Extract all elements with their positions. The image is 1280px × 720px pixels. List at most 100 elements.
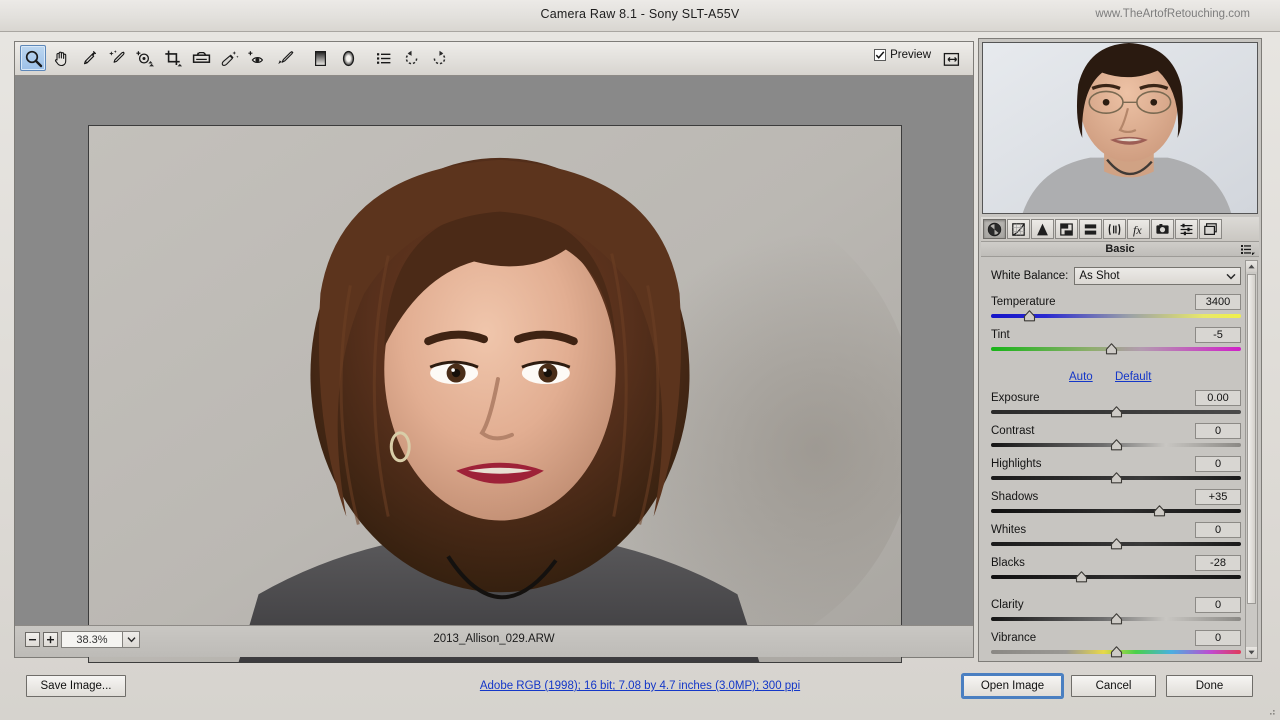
default-link[interactable]: Default xyxy=(1115,371,1151,383)
slider-value[interactable]: 0 xyxy=(1195,456,1241,472)
preferences-tool-icon[interactable] xyxy=(370,45,396,71)
slider-label: Shadows xyxy=(991,491,1039,503)
tab-detail[interactable] xyxy=(1031,219,1054,239)
targeted-adjustment-tool-icon[interactable] xyxy=(132,45,158,71)
white-balance-tool-icon[interactable] xyxy=(76,45,102,71)
slider-value[interactable]: -5 xyxy=(1195,327,1241,343)
slider-exposure[interactable]: Exposure 0.00 xyxy=(991,390,1241,418)
open-image-button[interactable]: Open Image xyxy=(963,675,1062,697)
zoom-tool-icon[interactable] xyxy=(20,45,46,71)
tool-group xyxy=(20,45,452,71)
slider-thumb[interactable] xyxy=(1105,343,1118,355)
slider-value[interactable]: 3400 xyxy=(1195,294,1241,310)
slider-thumb[interactable] xyxy=(1075,571,1088,583)
slider-thumb[interactable] xyxy=(1110,646,1123,658)
file-name-label: 2013_Allison_029.ARW xyxy=(433,633,555,645)
slider-thumb[interactable] xyxy=(1153,505,1166,517)
preview-toggle[interactable]: Preview xyxy=(874,49,931,61)
spot-removal-tool-icon[interactable] xyxy=(216,45,242,71)
red-eye-removal-tool-icon[interactable] xyxy=(244,45,270,71)
slider-thumb[interactable] xyxy=(1023,310,1036,322)
slider-blacks[interactable]: Blacks -28 xyxy=(991,555,1241,583)
panel-body: White Balance: As Shot Temperature 3400 … xyxy=(981,258,1259,661)
panel-scrollbar[interactable] xyxy=(1245,260,1258,659)
slider-thumb[interactable] xyxy=(1110,472,1123,484)
slider-tint[interactable]: Tint -5 xyxy=(991,327,1241,355)
panel-menu-icon[interactable] xyxy=(1241,244,1255,258)
scroll-down-arrow-icon[interactable] xyxy=(1246,647,1257,658)
slider-clarity[interactable]: Clarity 0 xyxy=(991,597,1241,625)
rotate-right-tool-icon[interactable] xyxy=(426,45,452,71)
tool-bar: Preview xyxy=(15,42,973,76)
tab-lens-corrections[interactable] xyxy=(1103,219,1126,239)
slider-value[interactable]: +35 xyxy=(1195,489,1241,505)
preview-checkbox[interactable] xyxy=(874,49,887,61)
basic-sliders: White Balance: As Shot Temperature 3400 … xyxy=(991,266,1241,661)
slider-highlights[interactable]: Highlights 0 xyxy=(991,456,1241,484)
slider-label: Clarity xyxy=(991,599,1024,611)
scroll-up-arrow-icon[interactable] xyxy=(1246,261,1257,272)
tab-presets[interactable] xyxy=(1175,219,1198,239)
adjustments-pane: fx Basic White Balance: As Shot Temperat… xyxy=(978,38,1262,662)
hand-tool-icon[interactable] xyxy=(48,45,74,71)
slider-shadows[interactable]: Shadows +35 xyxy=(991,489,1241,517)
image-canvas[interactable] xyxy=(15,76,973,663)
radial-filter-tool-icon[interactable] xyxy=(335,45,361,71)
auto-default-row: Auto Default xyxy=(991,371,1241,387)
done-button[interactable]: Done xyxy=(1166,675,1253,697)
slider-value[interactable]: -28 xyxy=(1195,555,1241,571)
slider-rail[interactable] xyxy=(991,509,1241,513)
rotate-left-tool-icon[interactable] xyxy=(398,45,424,71)
slider-temperature[interactable]: Temperature 3400 xyxy=(991,294,1241,322)
color-sampler-tool-icon[interactable] xyxy=(104,45,130,71)
zoom-in-button[interactable] xyxy=(43,632,58,647)
slider-label: Exposure xyxy=(991,392,1040,404)
slider-value[interactable]: 0 xyxy=(1195,522,1241,538)
tab-effects[interactable]: fx xyxy=(1127,219,1150,239)
title-bar: Camera Raw 8.1 - Sony SLT-A55V www.TheAr… xyxy=(0,0,1280,32)
slider-contrast[interactable]: Contrast 0 xyxy=(991,423,1241,451)
panel-header: Basic xyxy=(981,241,1259,257)
camera-raw-window: Camera Raw 8.1 - Sony SLT-A55V www.TheAr… xyxy=(0,0,1280,720)
bottom-bar: Save Image... Adobe RGB (1998); 16 bit; … xyxy=(0,666,1280,720)
slider-thumb[interactable] xyxy=(1110,538,1123,550)
slider-rail[interactable] xyxy=(991,575,1241,579)
slider-value[interactable]: 0 xyxy=(1195,597,1241,613)
resize-grip-icon[interactable] xyxy=(1266,707,1276,717)
tab-tone-curve[interactable] xyxy=(1007,219,1030,239)
straighten-tool-icon[interactable] xyxy=(188,45,214,71)
slider-whites[interactable]: Whites 0 xyxy=(991,522,1241,550)
panel-tab-strip: fx xyxy=(981,217,1259,241)
graduated-filter-tool-icon[interactable] xyxy=(307,45,333,71)
tab-snapshots[interactable] xyxy=(1199,219,1222,239)
tab-split-toning[interactable] xyxy=(1079,219,1102,239)
tab-camera-calibration[interactable] xyxy=(1151,219,1174,239)
tab-hsl-grayscale[interactable] xyxy=(1055,219,1078,239)
slider-value[interactable]: 0 xyxy=(1195,423,1241,439)
histogram-preview-region xyxy=(982,42,1258,214)
slider-thumb[interactable] xyxy=(1110,439,1123,451)
slider-thumb[interactable] xyxy=(1110,613,1123,625)
zoom-out-button[interactable] xyxy=(25,632,40,647)
crop-tool-icon[interactable] xyxy=(160,45,186,71)
zoom-level-field[interactable]: 38.3% xyxy=(61,631,123,648)
tab-basic[interactable] xyxy=(983,219,1006,239)
white-balance-label: White Balance: xyxy=(991,270,1069,282)
fullscreen-toggle-icon[interactable] xyxy=(939,48,965,70)
slider-label: Contrast xyxy=(991,425,1035,437)
slider-vibrance[interactable]: Vibrance 0 xyxy=(991,630,1241,658)
slider-thumb[interactable] xyxy=(1110,406,1123,418)
slider-value[interactable]: 0.00 xyxy=(1195,390,1241,406)
slider-label: Highlights xyxy=(991,458,1042,470)
cancel-button[interactable]: Cancel xyxy=(1071,675,1156,697)
scrollbar-thumb[interactable] xyxy=(1247,274,1256,604)
adjustment-brush-tool-icon[interactable] xyxy=(272,45,298,71)
zoom-level-chevron-down-icon[interactable] xyxy=(123,631,140,648)
slider-value[interactable]: 0 xyxy=(1195,630,1241,646)
svg-text:fx: fx xyxy=(1133,223,1142,237)
auto-link[interactable]: Auto xyxy=(1069,371,1093,383)
chevron-down-icon xyxy=(1226,273,1236,279)
white-balance-select[interactable]: As Shot xyxy=(1074,267,1241,285)
